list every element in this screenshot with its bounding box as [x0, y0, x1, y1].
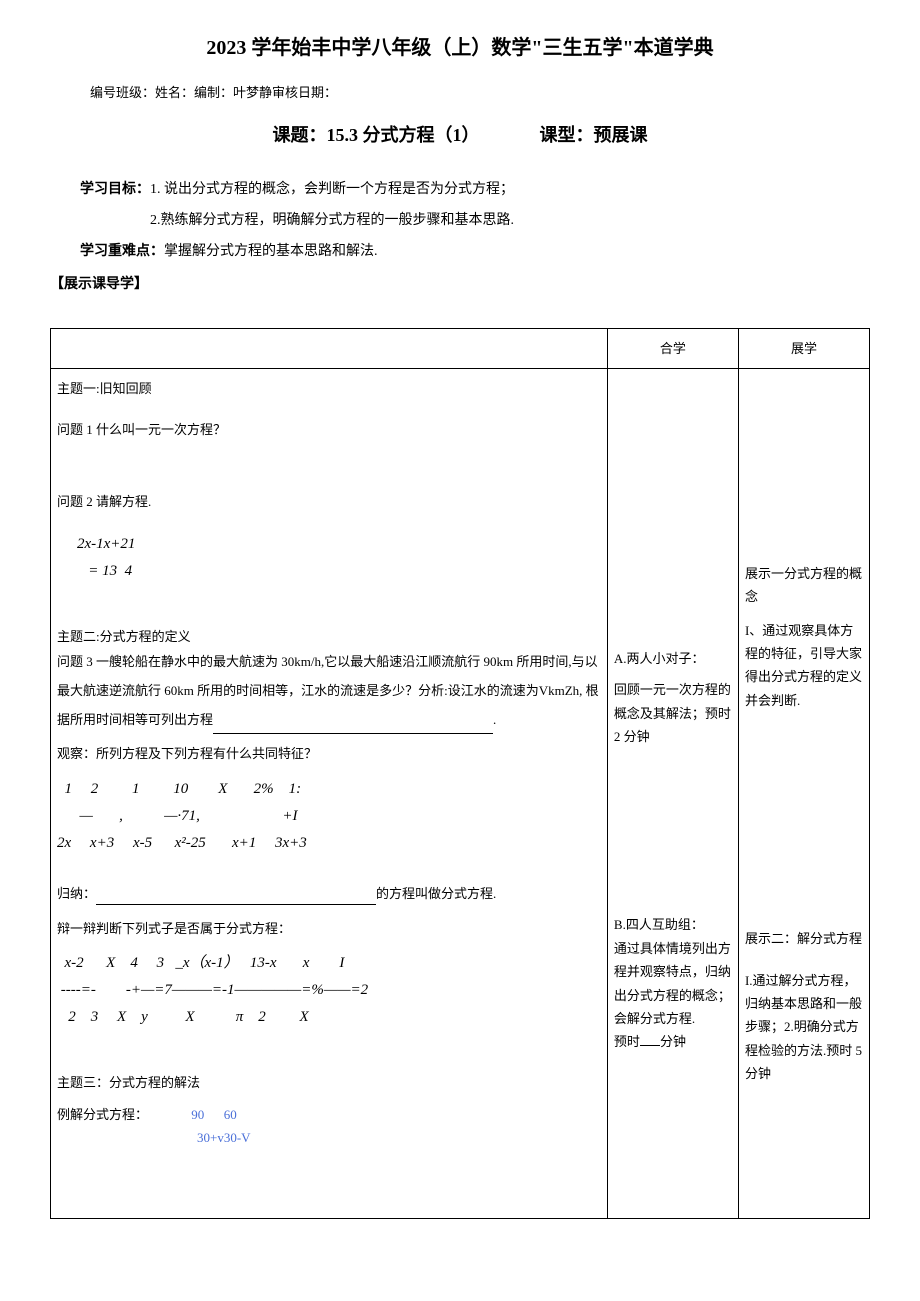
- right-block-1: 展示一分式方程的概念 I、通过观察具体方程的特征，引导大家得出分式方程的定义并会…: [745, 562, 863, 712]
- main-table: 合学 展学 主题一:旧知回顾 问题 1 什么叫一元一次方程？ 问题 2 请解方程…: [50, 328, 870, 1219]
- header-hexue: 合学: [607, 328, 738, 368]
- example-row: 例解分式方程： 90 60: [57, 1103, 601, 1126]
- eq1-line2: = 13 4: [77, 558, 601, 585]
- difficulty-line: 学习重难点：掌握解分式方程的基本思路和解法.: [50, 239, 870, 264]
- mid-b-title: B.四人互助组：: [614, 913, 732, 936]
- mid-a-text: 回顾一元一次方程的概念及其解法；预时 2 分钟: [614, 678, 732, 748]
- objective-1: 学习目标：1. 说出分式方程的概念，会判断一个方程是否为分式方程；: [50, 177, 870, 202]
- blank-fill: [213, 721, 493, 734]
- equation-3: x-2 X 4 3 _x（x-1） 13-x x I ----=- -+—=7—…: [57, 950, 601, 1031]
- doc-title: 2023 学年始丰中学八年级（上）数学"三生五学"本道学典: [50, 30, 870, 66]
- difficulty-label: 学习重难点：: [80, 244, 164, 259]
- question-1: 问题 1 什么叫一元一次方程？: [57, 418, 601, 441]
- objective-1-text: 1. 说出分式方程的概念，会判断一个方程是否为分式方程；: [150, 182, 514, 197]
- eq1-line1: 2x-1x+21: [77, 531, 601, 558]
- equation-2: 1 2 1 10 X 2% 1: — , —·71, +I 2x x+3 x-5…: [57, 776, 601, 857]
- summary-label: 归纳：: [57, 886, 96, 901]
- mid-a-title: A.两人小对子：: [614, 647, 732, 670]
- mid-b-post: 分钟: [660, 1034, 686, 1049]
- q3-text: 问题 3 一艘轮船在静水中的最大航速为 30km/h,它以最大船速沿江顺流航行 …: [57, 654, 599, 726]
- mid-block-a: A.两人小对子： 回顾一元一次方程的概念及其解法；预时 2 分钟: [614, 647, 732, 749]
- eq3-line3: 2 3 X y X π 2 X: [57, 1004, 601, 1031]
- eq3-line2: ----=- -+—=7———=-1—————=%——=2: [57, 977, 601, 1004]
- eq2-line1: 1 2 1 10 X 2% 1:: [57, 776, 601, 803]
- mid-b-text2: 会解分式方程.: [614, 1007, 732, 1030]
- right-block-2: 展示二：解分式方程 I.通过解分式方程，归纳基本思路和一般步骤；2.明确分式方程…: [745, 927, 863, 1085]
- right-show1-text: I、通过观察具体方程的特征，引导大家得出分式方程的定义并会判断.: [745, 619, 863, 713]
- mid-b-blank: [640, 1045, 660, 1046]
- q3-tail: .: [493, 712, 496, 727]
- eq3-line1: x-2 X 4 3 _x（x-1） 13-x x I: [57, 950, 601, 977]
- example-label: 例解分式方程：: [57, 1107, 148, 1122]
- topic-label: 课题：15.3 分式方程（1）: [273, 119, 480, 151]
- objective-2: 2.熟练解分式方程，明确解分式方程的一般步骤和基本思路.: [50, 208, 870, 233]
- header-zhanxue: 展学: [738, 328, 869, 368]
- question-3: 问题 3 一艘轮船在静水中的最大航速为 30km/h,它以最大船速沿江顺流航行 …: [57, 648, 601, 734]
- mid-block-b: B.四人互助组： 通过具体情境列出方程并观察特点，归纳出分式方程的概念； 会解分…: [614, 913, 732, 1053]
- subtitle-row: 课题：15.3 分式方程（1） 课型：预展课: [50, 119, 870, 151]
- table-body-row: 主题一:旧知回顾 问题 1 什么叫一元一次方程？ 问题 2 请解方程. 2x-1…: [51, 368, 870, 1218]
- equation-1: 2x-1x+21 = 13 4: [77, 531, 601, 585]
- summary-tail: 的方程叫做分式方程.: [376, 886, 496, 901]
- eq2-line2: — , —·71, +I: [57, 803, 601, 830]
- judge-title: 辩一辩判断下列式子是否属于分式方程：: [57, 917, 601, 940]
- eq4-line1: 90 60: [191, 1103, 237, 1126]
- topic3-title: 主题三：分式方程的解法: [57, 1071, 601, 1094]
- eq2-line3: 2x x+3 x-5 x²-25 x+1 3x+3: [57, 830, 601, 857]
- objective-label: 学习目标：: [80, 182, 150, 197]
- main-cell: 主题一:旧知回顾 问题 1 什么叫一元一次方程？ 问题 2 请解方程. 2x-1…: [51, 368, 608, 1218]
- eq4-line2: 30+v30-V: [197, 1126, 601, 1149]
- right-show2-title: 展示二：解分式方程: [745, 927, 863, 950]
- mid-b-text3: 预时 分钟: [614, 1030, 732, 1053]
- summary-blank: [96, 892, 376, 905]
- topic1-title: 主题一:旧知回顾: [57, 377, 601, 400]
- header-empty: [51, 328, 608, 368]
- right-show1-title: 展示一分式方程的概念: [745, 562, 863, 609]
- mid-b-pre: 预时: [614, 1034, 640, 1049]
- right-show2-text: I.通过解分式方程，归纳基本思路和一般步骤；2.明确分式方程检验的方法.预时 5…: [745, 969, 863, 1086]
- summary-line: 归纳： 的方程叫做分式方程.: [57, 882, 601, 905]
- right-cell: 展示一分式方程的概念 I、通过观察具体方程的特征，引导大家得出分式方程的定义并会…: [738, 368, 869, 1218]
- mid-cell: A.两人小对子： 回顾一元一次方程的概念及其解法；预时 2 分钟 B.四人互助组…: [607, 368, 738, 1218]
- meta-line: 编号班级：姓名：编制：叶梦静审核日期：: [50, 81, 870, 104]
- mid-b-text1: 通过具体情境列出方程并观察特点，归纳出分式方程的概念；: [614, 937, 732, 1007]
- table-header-row: 合学 展学: [51, 328, 870, 368]
- question-2: 问题 2 请解方程.: [57, 490, 601, 513]
- type-label: 课型：预展课: [540, 119, 648, 151]
- observe-text: 观察：所列方程及下列方程有什么共同特征？: [57, 742, 601, 765]
- difficulty-text: 掌握解分式方程的基本思路和解法.: [164, 244, 378, 259]
- topic2-title: 主题二:分式方程的定义: [57, 625, 601, 648]
- guide-tag: 【展示课导学】: [50, 272, 870, 297]
